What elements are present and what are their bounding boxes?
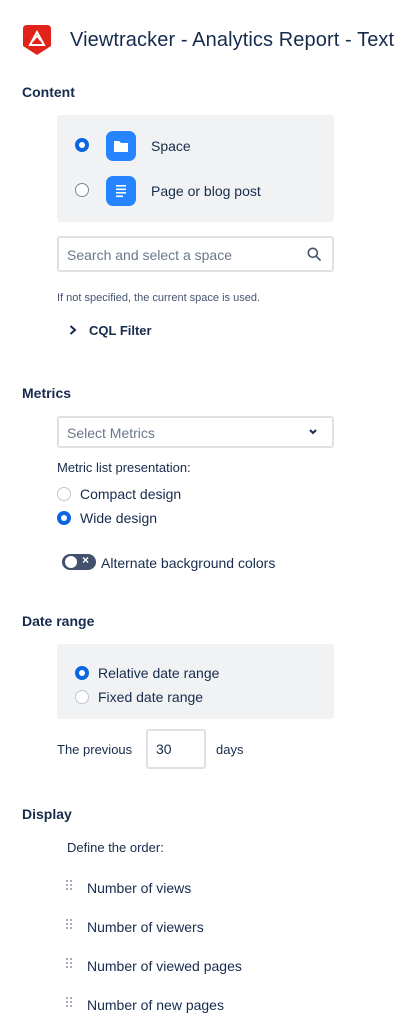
- page-radio[interactable]: [75, 183, 89, 197]
- compact-design-label: Compact design: [80, 486, 182, 502]
- drag-handle-icon[interactable]: [66, 997, 74, 1009]
- content-option-page-label: Page or blog post: [151, 183, 261, 199]
- document-icon: [106, 176, 136, 206]
- alternate-colors-label: Alternate background colors: [101, 555, 276, 571]
- date-range-heading: Date range: [22, 613, 95, 629]
- chevron-down-icon: [309, 429, 317, 435]
- metrics-select-placeholder: Select Metrics: [67, 425, 155, 441]
- space-search-placeholder: Search and select a space: [67, 247, 232, 263]
- order-item-label: Number of viewers: [87, 919, 204, 935]
- define-order-label: Define the order:: [67, 840, 164, 855]
- days-label: days: [216, 742, 244, 757]
- previous-label: The previous: [57, 742, 133, 757]
- order-item-label: Number of viewed pages: [87, 958, 242, 974]
- relative-radio[interactable]: [75, 666, 89, 680]
- metric-presentation-label: Metric list presentation:: [57, 460, 191, 475]
- metrics-select[interactable]: Select Metrics: [57, 416, 334, 448]
- content-heading: Content: [22, 84, 75, 100]
- content-option-space[interactable]: [75, 138, 89, 152]
- content-type-panel: [57, 115, 334, 222]
- content-option-page[interactable]: [75, 183, 89, 197]
- wide-radio[interactable]: [57, 511, 71, 525]
- display-heading: Display: [22, 806, 72, 822]
- order-item[interactable]: Number of viewers: [64, 917, 264, 937]
- viewtracker-logo-icon: [23, 25, 51, 55]
- alternate-colors-toggle[interactable]: ×: [62, 553, 96, 570]
- fixed-date-label: Fixed date range: [98, 689, 204, 705]
- date-range-panel: [57, 644, 334, 719]
- space-search-input[interactable]: Search and select a space: [57, 236, 334, 272]
- date-option-relative[interactable]: Relative date range: [75, 665, 245, 681]
- toggle-knob: [65, 556, 77, 568]
- page-title: Viewtracker - Analytics Report - Text: [70, 29, 395, 51]
- content-option-space-label: Space: [151, 138, 191, 154]
- order-item[interactable]: Number of views: [64, 878, 264, 898]
- metric-option-compact[interactable]: Compact design: [57, 486, 197, 502]
- order-item-label: Number of new pages: [87, 997, 224, 1013]
- cql-filter-toggle[interactable]: CQL Filter: [68, 322, 158, 340]
- date-option-fixed[interactable]: Fixed date range: [75, 689, 245, 705]
- space-hint: If not specified, the current space is u…: [57, 292, 261, 304]
- order-item-label: Number of views: [87, 880, 192, 896]
- relative-date-label: Relative date range: [98, 665, 220, 681]
- order-item[interactable]: Number of viewed pages: [64, 956, 284, 976]
- compact-radio[interactable]: [57, 487, 71, 501]
- order-item[interactable]: Number of new pages: [64, 995, 284, 1015]
- days-input[interactable]: 30: [146, 729, 206, 769]
- metric-option-wide[interactable]: Wide design: [57, 510, 197, 526]
- close-icon: ×: [82, 553, 90, 567]
- space-radio[interactable]: [75, 138, 89, 152]
- metrics-heading: Metrics: [22, 385, 72, 401]
- drag-handle-icon[interactable]: [66, 958, 74, 970]
- chevron-right-icon: [69, 325, 77, 335]
- drag-handle-icon[interactable]: [66, 919, 74, 931]
- cql-filter-label: CQL Filter: [89, 323, 152, 338]
- fixed-radio[interactable]: [75, 690, 89, 704]
- folder-icon: [106, 131, 136, 161]
- wide-design-label: Wide design: [80, 510, 158, 526]
- drag-handle-icon[interactable]: [66, 880, 74, 892]
- search-icon[interactable]: [307, 247, 321, 261]
